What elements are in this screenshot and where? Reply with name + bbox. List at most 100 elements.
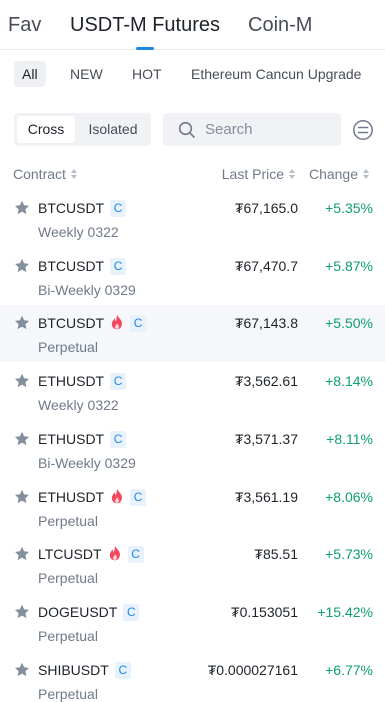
active-tab-indicator	[136, 47, 155, 50]
header-change-label: Change	[308, 166, 358, 182]
contract-row[interactable]: ETHUSDT C Bi-Weekly 0329 ₮3,571.37 +8.11%	[0, 421, 385, 478]
category-all[interactable]: All	[14, 61, 46, 87]
contract-expiry: Perpetual	[38, 339, 98, 355]
contract-expiry: Perpetual	[38, 628, 98, 644]
contract-expiry: Perpetual	[38, 513, 98, 529]
price-change: +5.35%	[325, 200, 373, 216]
price-change: +6.77%	[325, 662, 373, 678]
contract-expiry: Bi-Weekly 0329	[38, 282, 136, 298]
contract-symbol-label: BTCUSDT	[38, 315, 105, 331]
cross-button[interactable]: Cross	[17, 116, 75, 143]
sort-icon	[289, 169, 295, 180]
tab-fav-label: Fav	[8, 14, 42, 36]
price-change: +8.06%	[325, 489, 373, 505]
contract-symbol-label: LTCUSDT	[38, 546, 102, 562]
contract-row[interactable]: LTCUSDT C Perpetual ₮85.51 +5.73%	[0, 536, 385, 593]
contract-symbol-label: BTCUSDT	[38, 200, 105, 216]
contract-row[interactable]: SHIBUSDT C Perpetual ₮0.000027161 +6.77%	[0, 652, 385, 702]
header-change[interactable]: Change	[309, 165, 369, 183]
contract-type-badge: C	[114, 661, 131, 679]
tab-coin-m[interactable]: Coin-M	[248, 12, 312, 38]
price-change: +8.11%	[326, 431, 373, 447]
favorite-star-icon[interactable]	[14, 604, 30, 620]
last-price: ₮67,143.8	[234, 315, 298, 331]
contract-symbol: ETHUSDT C	[38, 430, 127, 449]
search-icon	[178, 121, 195, 138]
header-last-price[interactable]: Last Price	[222, 165, 295, 183]
favorite-star-icon[interactable]	[14, 546, 30, 562]
margin-mode-toggle: Cross Isolated	[14, 113, 151, 146]
contract-row[interactable]: ETHUSDT C Perpetual ₮3,561.19 +8.06%	[0, 479, 385, 536]
contract-type-badge: C	[110, 199, 127, 217]
favorite-star-icon[interactable]	[14, 315, 30, 331]
hot-fire-icon	[111, 314, 123, 330]
contract-type-badge: C	[110, 257, 127, 275]
favorite-star-icon[interactable]	[14, 489, 30, 505]
contract-symbol: BTCUSDT C	[38, 257, 127, 276]
last-price: ₮3,562.61	[234, 373, 298, 389]
favorite-star-icon[interactable]	[14, 258, 30, 274]
price-change: +15.42%	[317, 604, 373, 620]
contract-row[interactable]: DOGEUSDT C Perpetual ₮0.153051 +15.42%	[0, 594, 385, 651]
price-change: +5.73%	[325, 546, 373, 562]
contract-symbol: ETHUSDT C	[38, 488, 147, 507]
tab-usdt-m-futures[interactable]: USDT-M Futures	[70, 12, 221, 50]
tab-coin-m-label: Coin-M	[248, 14, 313, 36]
contract-row[interactable]: ETHUSDT C Weekly 0322 ₮3,562.61 +8.14%	[0, 363, 385, 420]
search-input[interactable]	[205, 119, 335, 140]
price-change: +5.50%	[325, 315, 373, 331]
contract-row[interactable]: BTCUSDT C Weekly 0322 ₮67,165.0 +5.35%	[0, 190, 385, 247]
search-box	[163, 113, 341, 146]
contract-row[interactable]: BTCUSDT C Bi-Weekly 0329 ₮67,470.7 +5.87%	[0, 248, 385, 305]
last-price: ₮67,165.0	[234, 200, 298, 216]
contract-type-badge: C	[127, 545, 144, 563]
hot-fire-icon	[111, 488, 123, 504]
tab-usdt-m-futures-label: USDT-M Futures	[70, 14, 221, 36]
isolated-button[interactable]: Isolated	[78, 116, 148, 143]
favorite-star-icon[interactable]	[14, 200, 30, 216]
contract-type-badge: C	[123, 603, 140, 621]
price-change: +5.87%	[325, 258, 373, 274]
last-price: ₮85.51	[254, 546, 298, 562]
last-price: ₮3,571.37	[234, 431, 298, 447]
last-price: ₮0.153051	[231, 604, 298, 620]
category-filters: All NEW HOT Ethereum Cancun Upgrade	[0, 58, 385, 88]
contract-symbol: DOGEUSDT C	[38, 603, 140, 622]
favorite-star-icon[interactable]	[14, 373, 30, 389]
contract-expiry: Bi-Weekly 0329	[38, 455, 136, 471]
contract-type-badge: C	[130, 488, 147, 506]
contract-symbol: LTCUSDT C	[38, 545, 144, 564]
category-ethereum-cancun-upgrade[interactable]: Ethereum Cancun Upgrade	[191, 61, 361, 87]
contract-type-badge: C	[130, 314, 147, 332]
contract-symbol-label: ETHUSDT	[38, 373, 105, 389]
contract-symbol: BTCUSDT C	[38, 314, 147, 333]
contract-expiry: Perpetual	[38, 570, 98, 586]
sort-icon	[363, 169, 369, 180]
header-contract[interactable]: Contract	[13, 165, 77, 183]
contract-symbol-label: ETHUSDT	[38, 489, 105, 505]
category-new[interactable]: NEW	[70, 61, 103, 87]
last-price: ₮3,561.19	[234, 489, 298, 505]
category-hot[interactable]: HOT	[132, 61, 162, 87]
contract-type-badge: C	[110, 430, 127, 448]
contract-symbol-label: DOGEUSDT	[38, 604, 118, 620]
favorite-star-icon[interactable]	[14, 662, 30, 678]
contract-symbol: SHIBUSDT C	[38, 661, 131, 680]
contract-symbol-label: BTCUSDT	[38, 258, 105, 274]
contract-expiry: Perpetual	[38, 686, 98, 702]
header-contract-label: Contract	[13, 166, 66, 182]
contract-expiry: Weekly 0322	[38, 224, 119, 240]
hot-fire-icon	[109, 545, 120, 561]
tab-fav[interactable]: Fav	[8, 12, 41, 38]
contract-type-badge: C	[110, 372, 127, 390]
contract-symbol: ETHUSDT C	[38, 372, 127, 391]
contract-row[interactable]: BTCUSDT C Perpetual ₮67,143.8 +5.50%	[0, 305, 385, 362]
header-last-price-label: Last Price	[221, 166, 284, 182]
last-price: ₮0.000027161	[207, 662, 298, 678]
filter-icon[interactable]	[352, 119, 374, 141]
contract-expiry: Weekly 0322	[38, 397, 119, 413]
favorite-star-icon[interactable]	[14, 431, 30, 447]
last-price: ₮67,470.7	[234, 258, 298, 274]
price-change: +8.14%	[325, 373, 373, 389]
contract-symbol-label: ETHUSDT	[38, 431, 105, 447]
